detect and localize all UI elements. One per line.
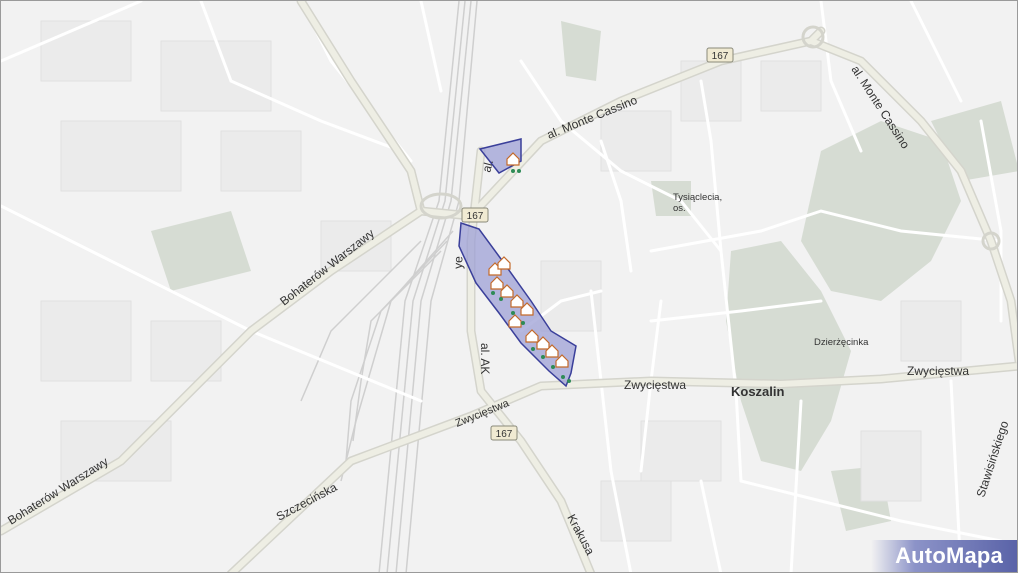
street-label-ak-lower: al. AK [478,343,492,374]
svg-text:167: 167 [496,429,513,440]
district-label: Dzierżęcinka [814,337,869,348]
svg-text:167: 167 [712,51,729,62]
map-viewport[interactable]: 167 167 167 Bohaterów Warszawy Bohaterów… [0,0,1018,573]
route-shield-1: 167 [706,47,734,63]
estate-label-text-line2: os. [673,203,686,214]
brand-name: AutoMapa [895,543,1003,568]
route-shield-2: 167 [461,207,489,223]
estate-label-text: Tysiąclecia, [673,192,722,203]
city-label: Koszalin [731,384,785,399]
svg-text:167: 167 [467,211,484,222]
route-shield-3: 167 [490,425,518,441]
map-canvas[interactable]: 167 167 167 Bohaterów Warszawy Bohaterów… [1,1,1018,573]
street-label-zwyciestwa-center: Zwycięstwa [624,378,686,392]
street-label-ak-mid: ye [451,256,465,269]
street-label-zwyciestwa-east: Zwycięstwa [907,364,969,378]
brand-logo: AutoMapa [871,540,1017,572]
